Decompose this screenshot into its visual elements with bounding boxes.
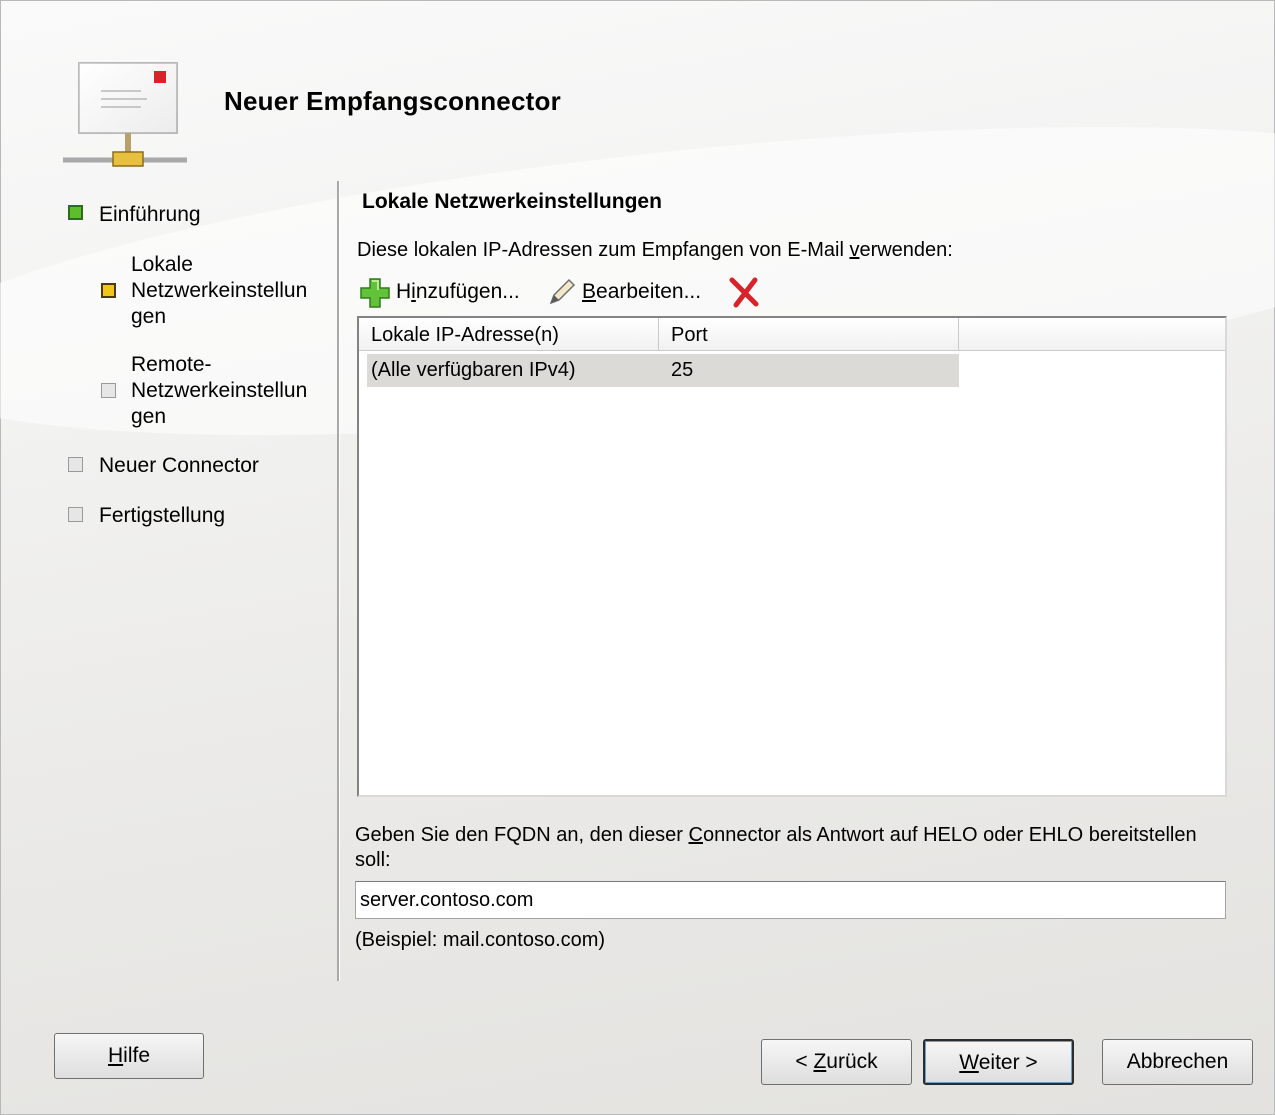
step-pending-icon xyxy=(68,457,83,472)
step-pending-icon xyxy=(101,383,116,398)
wizard-title: Neuer Empfangsconnector xyxy=(224,86,561,116)
column-header-port[interactable]: Port xyxy=(659,318,959,351)
cancel-button[interactable]: Abbrechen xyxy=(1102,1039,1253,1085)
step-current-icon xyxy=(101,283,116,298)
step-label: Fertigstellung xyxy=(99,504,226,527)
back-button[interactable]: < Zurück xyxy=(761,1039,912,1085)
add-icon xyxy=(360,278,390,308)
step-label: Remote- Netzwerkeinstellun gen xyxy=(131,353,308,428)
vertical-divider xyxy=(337,181,340,981)
table-row[interactable]: (Alle verfügbaren IPv4) 25 xyxy=(367,354,959,387)
ip-cell: (Alle verfügbaren IPv4) xyxy=(371,359,576,381)
instruction-text: Diese lokalen IP-Adressen zum Empfangen … xyxy=(357,239,953,261)
pencil-icon xyxy=(549,278,576,305)
help-button[interactable]: Hilfe xyxy=(54,1033,204,1079)
list-header: Lokale IP-Adresse(n) Port xyxy=(359,318,1225,351)
delete-button[interactable] xyxy=(727,275,761,309)
step-label: Lokale Netzwerkeinstellun gen xyxy=(131,253,308,328)
step-done-icon xyxy=(68,205,83,220)
column-header-ip[interactable]: Lokale IP-Adresse(n) xyxy=(359,318,659,351)
delete-icon xyxy=(729,277,759,308)
fqdn-label: Geben Sie den FQDN an, den dieser Connec… xyxy=(355,824,1197,871)
step-pending-icon xyxy=(68,507,83,522)
receive-connector-icon xyxy=(63,62,187,167)
step-label: Einführung xyxy=(99,203,201,226)
fqdn-example: (Beispiel: mail.contoso.com) xyxy=(355,929,606,951)
next-button[interactable]: Weiter > xyxy=(923,1039,1074,1085)
fqdn-input[interactable] xyxy=(355,881,1226,919)
port-cell: 25 xyxy=(671,359,694,381)
page-heading: Lokale Netzwerkeinstellungen xyxy=(362,190,662,213)
wizard-window: Neuer Empfangsconnector Einführung Lokal… xyxy=(0,0,1275,1115)
ip-address-list[interactable]: Lokale IP-Adresse(n) Port (Alle verfügba… xyxy=(357,316,1227,797)
step-label: Neuer Connector xyxy=(99,454,259,477)
